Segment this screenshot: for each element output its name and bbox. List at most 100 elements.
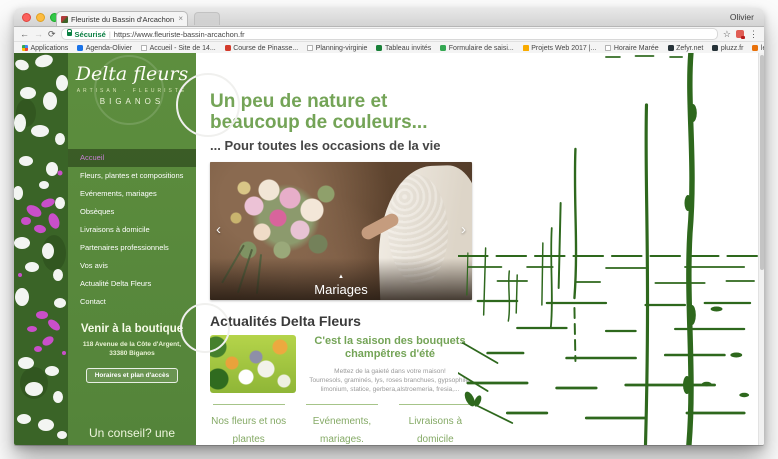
- extension-icon[interactable]: [736, 30, 745, 39]
- bookmark-label: Horaire Marée: [613, 44, 659, 52]
- bookmark-label: Tableau invités: [384, 44, 432, 52]
- page-icon: [605, 45, 612, 51]
- news-section-title: Actualités Delta Fleurs: [210, 313, 361, 329]
- footer-links: Nos fleurs et nos plantes Evénements, ma…: [210, 404, 474, 445]
- hero-subtitle: ... Pour toutes les occasions de la vie: [210, 138, 441, 153]
- bookmark-label: Agenda-Olivier: [85, 44, 133, 52]
- bookmark-course-pinasse[interactable]: Course de Pinasse...: [224, 44, 299, 52]
- bookmark-projets-web[interactable]: Projets Web 2017 |...: [522, 44, 597, 52]
- main-column: Un peu de nature et beaucoup de couleurs…: [176, 53, 474, 445]
- shop-address: 118 Avenue de la Côte d'Argent, 33380 Bi…: [82, 341, 182, 357]
- bookmark-label: Zefyr.net: [676, 44, 704, 52]
- carousel-prev-icon[interactable]: ‹: [216, 221, 221, 238]
- page-content: Delta fleurs ARTISAN · FLEURISTE BIGANOS…: [14, 53, 764, 445]
- bookmark-tableau-invites[interactable]: Tableau invités: [376, 45, 431, 52]
- apps-grid-icon: [22, 45, 28, 51]
- caret-up-icon: ▲: [338, 274, 344, 280]
- page-scrollbar[interactable]: [758, 53, 764, 445]
- traffic-lights: [22, 13, 59, 22]
- url-separator: |: [108, 29, 111, 39]
- bookmark-horaire-maree[interactable]: Horaire Marée: [605, 44, 659, 52]
- browser-window: Fleuriste du Bassin d'Arcachon × Olivier…: [14, 8, 764, 445]
- bookmark-pluzz[interactable]: pluzz.fr: [712, 45, 743, 52]
- bookmark-formulaire-saisie[interactable]: Formulaire de saisi...: [440, 44, 514, 52]
- sidebar-item-evenements-mariages[interactable]: Evénements, mariages: [68, 185, 196, 203]
- new-tab-button[interactable]: [194, 12, 220, 25]
- tab-close-icon[interactable]: ×: [178, 15, 183, 23]
- visit-shop-block: Venir à la boutique 118 Avenue de la Côt…: [68, 323, 196, 383]
- reeds-graphic: [458, 53, 758, 445]
- floral-pattern-graphic: [14, 53, 68, 445]
- carousel-caption[interactable]: Mariages: [210, 282, 472, 297]
- bookmark-association[interactable]: le site de l'Associati...: [752, 45, 764, 52]
- dark-site-icon: [667, 45, 674, 51]
- news-article-text: Mettez de la gaieté dans votre maison! T…: [309, 368, 471, 393]
- sidebar-item-obseques[interactable]: Obsèques: [68, 203, 196, 221]
- bookmark-label: Projets Web 2017 |...: [531, 44, 597, 52]
- bookmark-label: Formulaire de saisi...: [448, 44, 514, 52]
- titlebar: Fleuriste du Bassin d'Arcachon × Olivier: [14, 8, 764, 27]
- bookmark-label: Planning-virginie: [315, 44, 368, 52]
- scrollbar-thumb[interactable]: [760, 55, 764, 270]
- footer-link-evenements-mariages[interactable]: Evénements, mariages.: [303, 404, 380, 445]
- bookmark-zefyr[interactable]: Zefyr.net: [667, 44, 704, 52]
- browser-toolbar: ← → ⟳ Sécurisé | https://www.fleuriste-b…: [14, 27, 764, 42]
- address-bar[interactable]: Sécurisé | https://www.fleuriste-bassin-…: [60, 28, 718, 40]
- sidebar-item-fleurs-plantes[interactable]: Fleurs, plantes et compositions: [68, 167, 196, 185]
- bookmark-accueil-site[interactable]: Accueil - Site de 14...: [141, 45, 216, 52]
- form-icon: [440, 45, 447, 51]
- profile-name[interactable]: Olivier: [730, 12, 754, 22]
- sidebar-item-partenaires[interactable]: Partenaires professionnels: [68, 239, 196, 257]
- visit-shop-title: Venir à la boutique: [80, 323, 184, 335]
- news-article: C'est la saison des bouquets champêtres …: [210, 335, 474, 394]
- site-favicon-icon: [61, 15, 68, 23]
- reeds-illustration: [458, 53, 758, 445]
- floral-border-art: [14, 53, 68, 445]
- sidebar-item-vos-avis[interactable]: Vos avis: [68, 257, 196, 275]
- browser-tab[interactable]: Fleuriste du Bassin d'Arcachon ×: [56, 11, 188, 26]
- sidebar-item-livraisons[interactable]: Livraisons à domicile: [68, 221, 196, 239]
- page-icon: [307, 45, 314, 51]
- bookmark-label: pluzz.fr: [720, 44, 744, 52]
- bookmark-agenda-olivier[interactable]: Agenda-Olivier: [77, 45, 132, 52]
- spreadsheet-icon: [376, 45, 383, 51]
- bookmark-planning-virginie[interactable]: Planning-virginie: [307, 45, 367, 52]
- news-article-title[interactable]: C'est la saison des bouquets champêtres …: [306, 335, 474, 361]
- sidebar-nav: Accueil Fleurs, plantes et compositions …: [68, 149, 196, 311]
- lock-icon: [66, 29, 73, 36]
- calendar-icon: [77, 45, 84, 51]
- bookmark-label: Applications: [30, 44, 69, 52]
- reload-icon[interactable]: ⟳: [48, 29, 56, 39]
- close-window-button[interactable]: [22, 13, 31, 22]
- floral-watermark: [180, 303, 230, 353]
- menu-icon[interactable]: ⋮: [749, 29, 758, 39]
- news-body: C'est la saison des bouquets champêtres …: [306, 335, 474, 394]
- tab-title: Fleuriste du Bassin d'Arcachon: [71, 14, 175, 24]
- desktop: Fleuriste du Bassin d'Arcachon × Olivier…: [0, 0, 778, 459]
- sidebar-item-accueil[interactable]: Accueil: [68, 149, 196, 167]
- folder-icon: [522, 45, 529, 51]
- minimize-window-button[interactable]: [36, 13, 45, 22]
- bookmark-label: Course de Pinasse...: [233, 44, 299, 52]
- back-icon[interactable]: ←: [20, 29, 29, 39]
- hero-carousel[interactable]: ‹ › ▲ Mariages: [210, 162, 472, 300]
- bookmark-label: Accueil - Site de 14...: [149, 44, 216, 52]
- url-text: https://www.fleuriste-bassin-arcachon.fr: [113, 29, 245, 39]
- logo-tagline: ARTISAN · FLEURISTE: [76, 88, 188, 94]
- bookmark-label: le site de l'Associati...: [760, 44, 764, 52]
- red-site-icon: [224, 45, 231, 51]
- logo-name: Delta fleurs: [75, 63, 189, 85]
- forward-icon[interactable]: →: [34, 29, 43, 39]
- sidebar-item-contact[interactable]: Contact: [68, 293, 196, 311]
- bookmark-star-icon[interactable]: ☆: [723, 29, 731, 39]
- footer-link-fleurs-plantes[interactable]: Nos fleurs et nos plantes: [210, 404, 287, 445]
- floral-watermark: [176, 73, 240, 137]
- dark-site-icon: [712, 45, 719, 51]
- orange-site-icon: [752, 45, 759, 51]
- advice-teaser-heading: Un conseil? une: [88, 426, 176, 440]
- sidebar-item-actualite[interactable]: Actualité Delta Fleurs: [68, 275, 196, 293]
- bookmark-applications[interactable]: Applications: [22, 45, 68, 52]
- hours-access-button[interactable]: Horaires et plan d'accès: [85, 368, 179, 383]
- hero-title: Un peu de nature et beaucoup de couleurs…: [210, 91, 428, 133]
- security-label: Sécurisé: [74, 29, 106, 39]
